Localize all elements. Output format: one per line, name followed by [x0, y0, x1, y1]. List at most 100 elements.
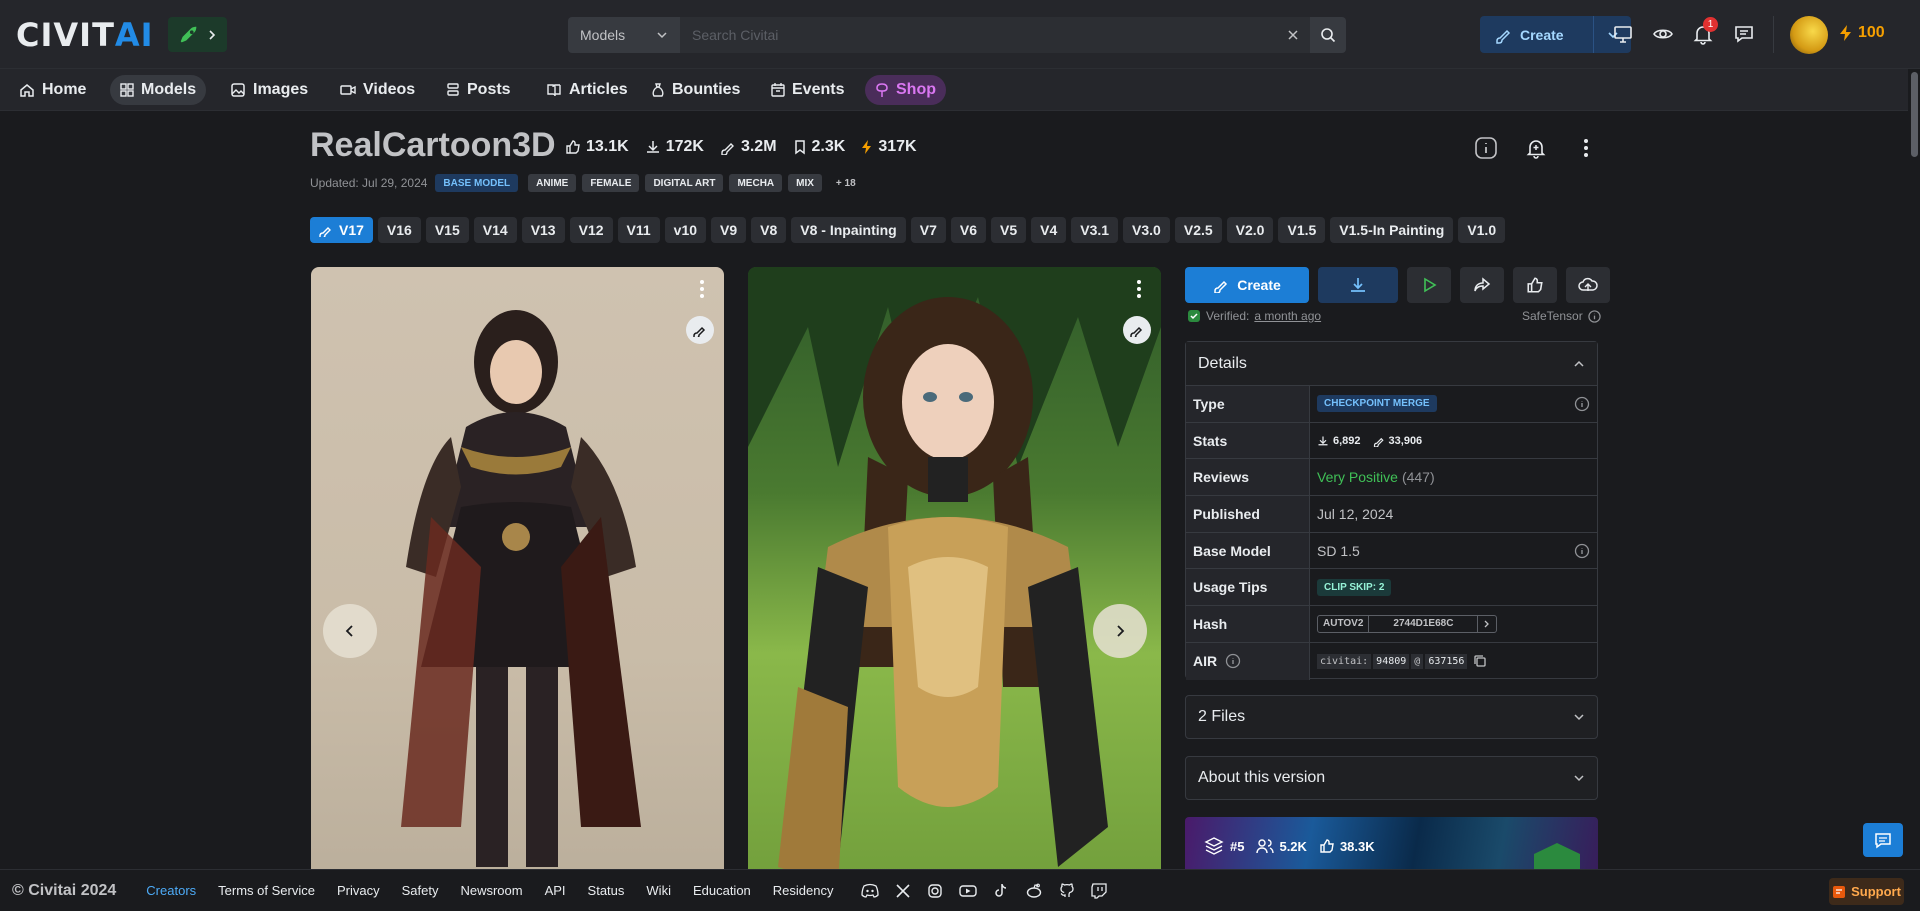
remix-button[interactable] [1123, 316, 1151, 344]
user-avatar[interactable] [1790, 16, 1828, 54]
discord-icon[interactable] [861, 883, 880, 899]
nav-posts[interactable]: Posts [436, 75, 521, 105]
buzz-balance[interactable]: 100 [1838, 24, 1885, 42]
footer-link-terms[interactable]: Terms of Service [218, 883, 315, 898]
tag[interactable]: MIX [788, 174, 822, 192]
tag[interactable]: MECHA [729, 174, 783, 192]
about-version-accordion[interactable]: About this version [1185, 756, 1598, 800]
copy-icon[interactable] [1473, 654, 1487, 668]
search-clear-button[interactable] [1276, 17, 1310, 53]
nav-models[interactable]: Models [110, 75, 207, 105]
verified-time-link[interactable]: a month ago [1254, 309, 1321, 323]
search-input[interactable] [680, 17, 1276, 53]
remix-button[interactable] [686, 316, 714, 344]
twitch-icon[interactable] [1091, 882, 1108, 899]
footer-link-status[interactable]: Status [588, 883, 625, 898]
version-tab[interactable]: V5 [990, 217, 1027, 243]
version-tab[interactable]: V8 - Inpainting [791, 217, 906, 243]
carousel-next-button[interactable] [1093, 604, 1147, 658]
version-tab[interactable]: V11 [617, 217, 660, 243]
footer-link-safety[interactable]: Safety [402, 883, 439, 898]
instagram-icon[interactable] [927, 883, 943, 899]
footer-link-api[interactable]: API [545, 883, 566, 898]
version-tab[interactable]: V1.0 [1458, 217, 1506, 243]
scrollbar-track[interactable] [1908, 69, 1920, 869]
version-tab[interactable]: V2.5 [1174, 217, 1222, 243]
footer-link-newsroom[interactable]: Newsroom [460, 883, 522, 898]
info-icon[interactable] [1588, 309, 1601, 323]
civitai-logo[interactable]: CIVIT AI [16, 16, 154, 54]
x-twitter-icon[interactable] [895, 883, 911, 899]
share-button[interactable] [1460, 267, 1504, 303]
like-button[interactable] [1513, 267, 1557, 303]
hash-next[interactable] [1478, 616, 1496, 632]
details-header[interactable]: Details [1186, 342, 1597, 386]
review-rating-link[interactable]: Very Positive [1317, 469, 1398, 485]
feature-badge[interactable] [168, 17, 227, 52]
more-options-button[interactable] [1566, 128, 1606, 168]
version-tab[interactable]: V3.0 [1123, 217, 1170, 243]
version-tab[interactable]: V14 [473, 217, 517, 243]
version-tab[interactable]: V3.1 [1071, 217, 1119, 243]
tiktok-icon[interactable] [993, 883, 1009, 899]
github-icon[interactable] [1059, 882, 1075, 899]
nav-images[interactable]: Images [220, 75, 318, 105]
version-tab[interactable]: v10 [664, 217, 707, 243]
info-button[interactable] [1466, 128, 1506, 168]
base-model-tag[interactable]: BASE MODEL [435, 174, 519, 192]
version-tab[interactable]: V9 [711, 217, 747, 243]
showcase-image[interactable] [311, 267, 724, 911]
version-tab[interactable]: V6 [950, 217, 986, 243]
footer-link-creators[interactable]: Creators [146, 883, 196, 898]
cloud-save-button[interactable] [1566, 267, 1610, 303]
carousel-prev-button[interactable] [323, 604, 377, 658]
version-tab-active[interactable]: V17 [310, 217, 373, 243]
tag[interactable]: ANIME [528, 174, 577, 192]
files-accordion[interactable]: 2 Files [1185, 695, 1598, 739]
tag[interactable]: FEMALE [582, 174, 640, 192]
run-button[interactable] [1407, 267, 1451, 303]
eye-settings-icon[interactable] [1651, 22, 1675, 46]
version-tab[interactable]: V8 [751, 217, 787, 243]
nav-shop[interactable]: Shop [865, 75, 946, 105]
info-icon[interactable] [1225, 653, 1241, 669]
youtube-icon[interactable] [959, 883, 978, 899]
nav-articles[interactable]: Articles [536, 75, 638, 105]
nav-events[interactable]: Events [761, 75, 854, 105]
info-icon[interactable] [1574, 543, 1590, 559]
support-button[interactable]: Support [1829, 878, 1904, 905]
version-tab[interactable]: V2.0 [1226, 217, 1274, 243]
version-tab[interactable]: V7 [910, 217, 946, 243]
search-category-select[interactable]: Models [568, 17, 680, 53]
monitor-icon[interactable] [1611, 22, 1635, 46]
chat-icon[interactable] [1732, 22, 1756, 46]
search-submit-button[interactable] [1310, 17, 1346, 53]
footer-link-education[interactable]: Education [693, 883, 751, 898]
tag[interactable]: DIGITAL ART [645, 174, 724, 192]
footer-link-residency[interactable]: Residency [773, 883, 834, 898]
version-tab[interactable]: V15 [425, 217, 469, 243]
version-tab[interactable]: V16 [377, 217, 421, 243]
image-menu-button[interactable] [1127, 277, 1151, 301]
version-tab[interactable]: V1.5 [1278, 217, 1326, 243]
nav-bounties[interactable]: Bounties [641, 75, 750, 105]
nav-home[interactable]: Home [9, 75, 96, 105]
create-button[interactable]: Create [1185, 267, 1309, 303]
nav-videos[interactable]: Videos [330, 75, 425, 105]
notify-button[interactable] [1516, 128, 1556, 168]
image-menu-button[interactable] [690, 277, 714, 301]
reddit-icon[interactable] [1025, 883, 1043, 899]
download-button[interactable] [1318, 267, 1398, 303]
showcase-image[interactable] [748, 267, 1161, 911]
version-tab[interactable]: V13 [521, 217, 565, 243]
hash-box[interactable]: AUTOV2 2744D1E68C [1317, 614, 1498, 633]
info-icon[interactable] [1574, 396, 1590, 412]
footer-link-wiki[interactable]: Wiki [646, 883, 671, 898]
more-tags-button[interactable]: + 18 [828, 174, 864, 192]
chat-support-button[interactable] [1863, 823, 1903, 857]
scrollbar-thumb[interactable] [1911, 72, 1918, 157]
version-tab[interactable]: V1.5-In Painting [1330, 217, 1454, 243]
create-menu-button[interactable]: Create [1480, 16, 1631, 53]
version-tab[interactable]: V12 [569, 217, 613, 243]
footer-link-privacy[interactable]: Privacy [337, 883, 380, 898]
